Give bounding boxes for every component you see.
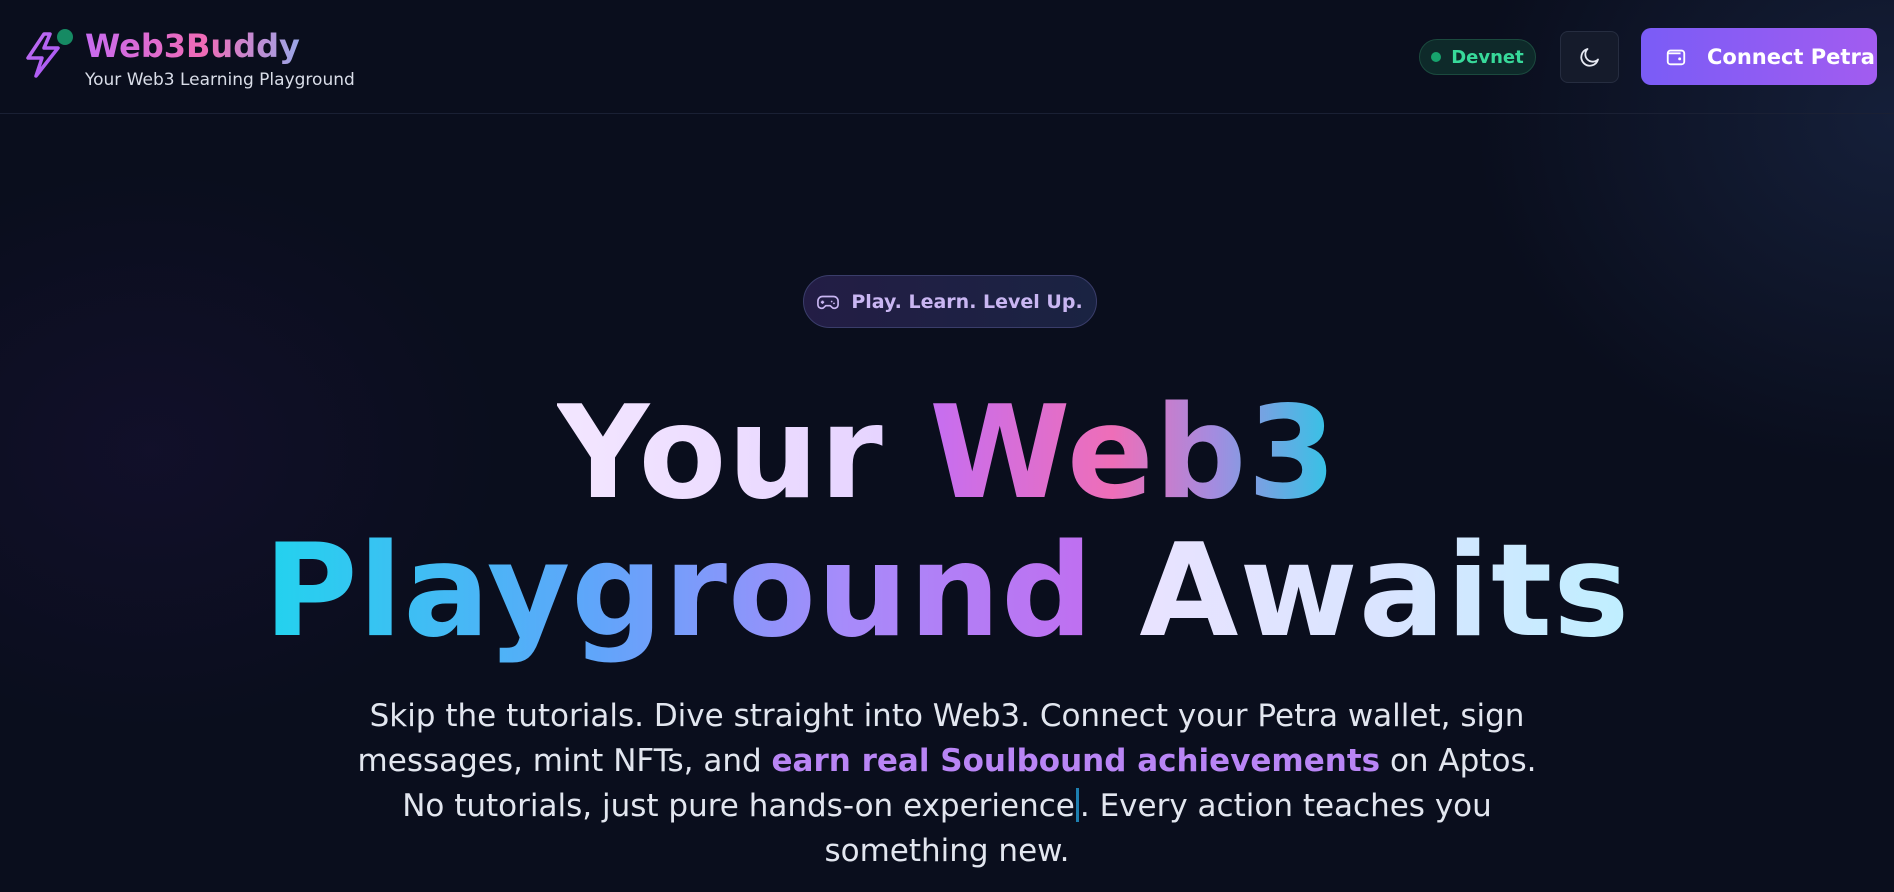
lead-highlight: earn real Soulbound achievements	[771, 743, 1381, 779]
hero-description: Skip the tutorials. Dive straight into W…	[330, 694, 1564, 874]
top-header: Web3Buddy Your Web3 Learning Playground …	[0, 0, 1894, 114]
hero-title-line-1: Your Web3	[0, 386, 1894, 522]
typing-caret	[1075, 788, 1079, 822]
tagline-label: Play. Learn. Level Up.	[851, 290, 1083, 313]
status-dot	[1431, 52, 1442, 62]
hero-title-line-2: Playground Awaits	[0, 524, 1894, 660]
connect-label: Connect Petra	[1707, 44, 1875, 69]
brand-title[interactable]: Web3Buddy	[85, 26, 300, 66]
title-word-your: Your	[556, 379, 884, 528]
title-word-playground: Playground	[263, 517, 1094, 666]
network-label: Devnet	[1451, 46, 1524, 68]
connect-wallet-button[interactable]: Connect Petra	[1641, 28, 1877, 85]
gamepad-icon	[817, 295, 840, 309]
theme-toggle-button[interactable]	[1560, 31, 1619, 83]
wallet-icon	[1666, 49, 1686, 65]
brand-subtitle: Your Web3 Learning Playground	[85, 70, 355, 90]
tagline-pill: Play. Learn. Level Up.	[803, 275, 1097, 328]
network-badge: Devnet	[1419, 39, 1536, 75]
moon-icon	[1579, 48, 1599, 67]
title-word-web3: Web3	[929, 379, 1338, 528]
lead-text-2: on Aptos.	[1389, 743, 1537, 779]
title-word-awaits: Awaits	[1139, 517, 1631, 666]
lead-text-3: No tutorials, just pure hands-on experie…	[402, 788, 1075, 824]
bolt-icon[interactable]	[24, 26, 78, 82]
